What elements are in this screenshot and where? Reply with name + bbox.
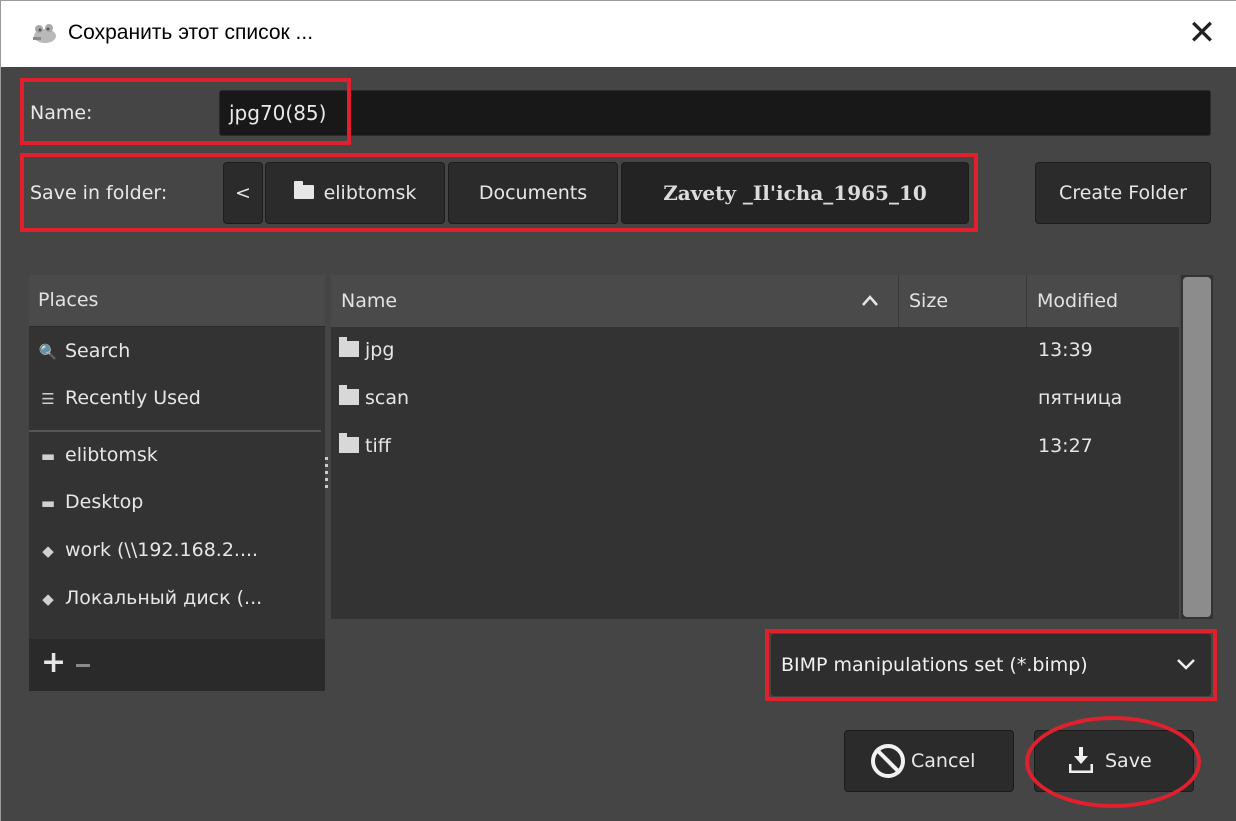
- place-label: elibtomsk: [65, 444, 158, 466]
- path-button-documents[interactable]: Documents: [448, 162, 618, 224]
- place-label: Recently Used: [65, 387, 201, 409]
- places-divider: [29, 430, 321, 432]
- close-icon[interactable]: ✕: [1181, 13, 1223, 55]
- place-label: work (\\192.168.2....: [65, 539, 259, 561]
- file-row[interactable]: scan пятница: [331, 379, 1179, 419]
- folder-icon: ▬: [40, 447, 56, 465]
- create-folder-button[interactable]: Create Folder: [1035, 162, 1211, 224]
- recent-icon: ☰: [41, 390, 55, 408]
- file-type-select[interactable]: BIMP manipulations set (*.bimp): [771, 634, 1211, 696]
- cancel-icon: [871, 744, 905, 778]
- path-label: elibtomsk: [323, 182, 417, 204]
- folder-icon: [339, 384, 359, 405]
- save-in-folder-label: Save in folder:: [30, 182, 168, 204]
- chevron-down-icon: [1177, 659, 1195, 670]
- column-name[interactable]: Name: [331, 275, 899, 327]
- file-name: tiff: [365, 435, 391, 457]
- cancel-button[interactable]: Cancel: [844, 730, 1014, 792]
- place-network-work[interactable]: ◆ work (\\192.168.2....: [37, 539, 258, 569]
- place-elibtomsk[interactable]: ▬ elibtomsk: [37, 444, 158, 474]
- folder-icon: [339, 336, 359, 357]
- file-name: scan: [365, 387, 410, 409]
- places-footer: +: [29, 639, 325, 691]
- dialog-title: Сохранить этот список ...: [68, 21, 314, 44]
- folder-icon: [339, 432, 359, 453]
- file-type-selected: BIMP manipulations set (*.bimp): [781, 654, 1088, 676]
- places-panel: Places 🔍 Search ☰ Recently Used ▬ elibtomsk…: [29, 275, 325, 691]
- gimp-app-icon: [33, 24, 56, 43]
- scrollbar-thumb[interactable]: [1183, 277, 1211, 617]
- place-label: Локальный диск (...: [65, 587, 263, 609]
- file-row[interactable]: tiff 13:27: [331, 427, 1179, 467]
- place-search[interactable]: 🔍 Search: [37, 340, 131, 370]
- cancel-label: Cancel: [911, 750, 976, 772]
- title-bar: Сохранить этот список ... ✕: [1, 1, 1236, 67]
- search-icon: 🔍: [38, 343, 58, 361]
- file-modified: 13:39: [1038, 339, 1093, 361]
- file-name: jpg: [365, 339, 395, 361]
- name-label: Name:: [30, 102, 93, 124]
- place-desktop[interactable]: ▬ Desktop: [37, 491, 143, 521]
- save-dialog: Сохранить этот список ... ✕ Name: jpg70(…: [0, 0, 1236, 821]
- path-button-elibtomsk[interactable]: elibtomsk: [265, 162, 445, 224]
- folder-icon: ▬: [40, 494, 56, 512]
- sort-ascending-icon[interactable]: [861, 286, 879, 316]
- path-button-current[interactable]: Zavety _Il'icha_1965_10: [621, 162, 969, 224]
- file-list-header: Name Size Modified: [331, 275, 1179, 327]
- network-drive-icon: ◆: [42, 542, 54, 560]
- places-header: Places: [29, 275, 325, 327]
- place-label: Desktop: [65, 491, 144, 513]
- column-modified[interactable]: Modified: [1027, 275, 1179, 327]
- local-disk-icon: ◆: [42, 590, 54, 608]
- save-button[interactable]: Save: [1034, 730, 1194, 792]
- file-list-scrollbar[interactable]: [1181, 275, 1213, 619]
- place-local-disk[interactable]: ◆ Локальный диск (...: [37, 587, 262, 617]
- remove-bookmark-icon[interactable]: [76, 664, 90, 667]
- file-modified: пятница: [1038, 387, 1123, 409]
- save-label: Save: [1105, 750, 1152, 772]
- folder-icon: [293, 180, 314, 199]
- file-modified: 13:27: [1038, 435, 1093, 457]
- filename-input[interactable]: jpg70(85): [219, 90, 1211, 136]
- file-row[interactable]: jpg 13:39: [331, 331, 1179, 371]
- place-label: Search: [65, 340, 131, 362]
- place-recently-used[interactable]: ☰ Recently Used: [37, 387, 201, 417]
- add-bookmark-icon[interactable]: +: [41, 645, 66, 680]
- file-list: Name Size Modified jpg 13:39 scan пятниц…: [331, 275, 1179, 619]
- pane-splitter[interactable]: [325, 457, 329, 501]
- path-back-button[interactable]: <: [223, 162, 263, 224]
- column-size[interactable]: Size: [899, 275, 1027, 327]
- save-download-icon: [1069, 747, 1093, 773]
